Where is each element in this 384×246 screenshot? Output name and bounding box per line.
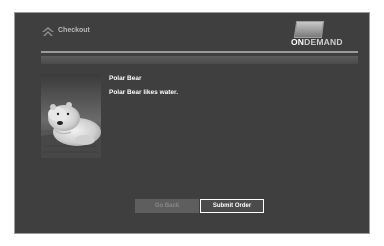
header-band <box>41 56 358 64</box>
item-description: Polar Bear likes water. <box>109 89 179 96</box>
polar-bear-poster <box>41 74 101 158</box>
page-title: Checkout <box>58 27 90 34</box>
go-back-button[interactable]: Go Back <box>135 199 199 213</box>
submit-order-button[interactable]: Submit Order <box>200 199 264 213</box>
logo-box-graphic <box>293 21 325 38</box>
logo-demand-text: DEMAND <box>304 37 343 47</box>
item-title: Polar Bear <box>109 75 142 82</box>
header-divider <box>41 51 358 53</box>
ondemand-logo: ONDEMAND <box>291 21 355 47</box>
checkout-screen: Checkout ONDEMAND Polar Bear Polar Bear … <box>14 12 370 234</box>
logo-on-text: ON <box>291 37 305 47</box>
logo-text: ONDEMAND <box>291 37 343 47</box>
home-arrow-icon[interactable] <box>41 26 55 38</box>
